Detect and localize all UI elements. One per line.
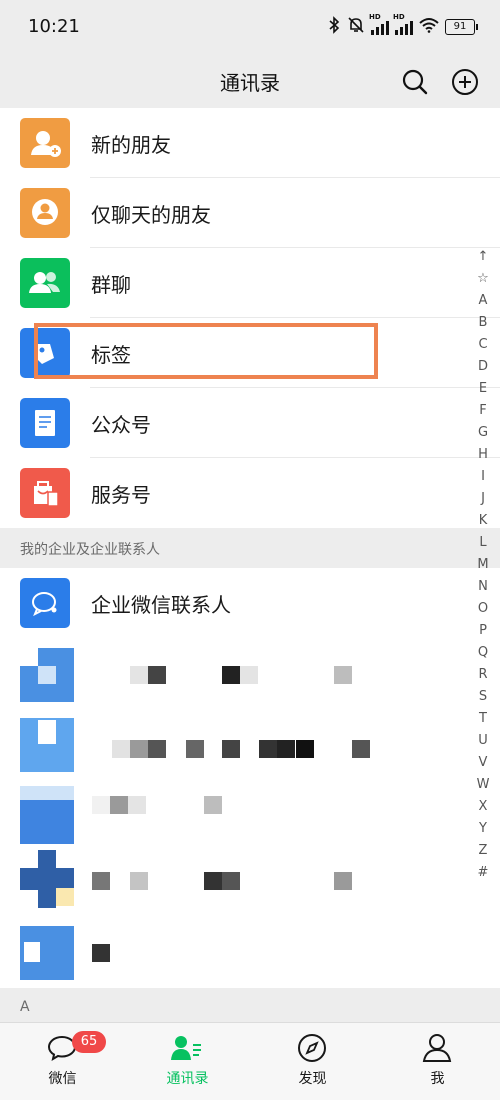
index-letter[interactable]: H	[474, 444, 492, 466]
row-service-accounts[interactable]: 服务号	[0, 458, 500, 528]
row-group-chats[interactable]: 群聊	[0, 248, 500, 318]
chat-only-friend-icon	[20, 188, 70, 238]
group-chat-icon	[20, 258, 70, 308]
status-time: 10:21	[28, 16, 80, 37]
person-icon	[422, 1034, 452, 1062]
tab-chats[interactable]: 65 微信	[0, 1023, 125, 1100]
tab-label: 我	[430, 1071, 445, 1087]
section-title: A	[20, 999, 30, 1015]
index-letter[interactable]: M	[474, 554, 492, 576]
index-letter[interactable]: F	[474, 400, 492, 422]
index-letter[interactable]: J	[474, 488, 492, 510]
index-letter[interactable]: #	[474, 862, 492, 884]
row-wecom-contacts[interactable]: 企业微信联系人	[0, 568, 500, 638]
alphabet-index[interactable]: ↑ ☆ A B C D E F G H I J K L M N O P Q R S T U V W X Y Z #	[474, 246, 492, 884]
index-letter[interactable]: I	[474, 466, 492, 488]
section-header-a: A	[0, 988, 500, 1022]
tab-discover[interactable]: 发现	[250, 1023, 375, 1100]
index-letter[interactable]: T	[474, 708, 492, 730]
index-letter[interactable]: O	[474, 598, 492, 620]
contact-row[interactable]	[0, 848, 500, 918]
battery-icon: 91	[445, 19, 478, 35]
status-bar: 10:21 HD HD 91	[0, 0, 500, 58]
index-letter[interactable]: V	[474, 752, 492, 774]
plus-circle-icon	[452, 69, 478, 95]
add-button[interactable]	[450, 67, 480, 97]
tab-label: 发现	[298, 1071, 327, 1087]
unread-badge: 65	[72, 1031, 106, 1053]
row-new-friends[interactable]: 新的朋友	[0, 108, 500, 178]
status-icons: HD HD 91	[327, 13, 478, 38]
signal-1-icon: HD	[369, 13, 389, 35]
tab-label: 微信	[48, 1071, 77, 1087]
section-title: 我的企业及企业联系人	[20, 542, 160, 558]
bluetooth-icon	[327, 16, 341, 38]
section-header-enterprise: 我的企业及企业联系人	[0, 528, 500, 568]
index-letter[interactable]: B	[474, 312, 492, 334]
index-letter[interactable]: K	[474, 510, 492, 532]
tab-label: 通讯录	[166, 1071, 209, 1087]
row-official-accounts[interactable]: 公众号	[0, 388, 500, 458]
row-label: 服务号	[91, 483, 151, 507]
index-letter[interactable]: X	[474, 796, 492, 818]
index-letter[interactable]: G	[474, 422, 492, 444]
index-letter[interactable]: C	[474, 334, 492, 356]
index-letter[interactable]: ↑	[474, 246, 492, 268]
contact-row[interactable]	[0, 778, 500, 848]
index-letter[interactable]: D	[474, 356, 492, 378]
row-chat-only-friends[interactable]: 仅聊天的朋友	[0, 178, 500, 248]
highlight-box	[34, 323, 378, 379]
add-friend-icon	[20, 118, 70, 168]
index-letter[interactable]: W	[474, 774, 492, 796]
official-account-icon	[20, 398, 70, 448]
search-icon	[402, 69, 428, 95]
tab-me[interactable]: 我	[375, 1023, 500, 1100]
search-button[interactable]	[400, 67, 430, 97]
index-letter[interactable]: U	[474, 730, 492, 752]
row-label: 群聊	[91, 273, 131, 297]
row-label: 企业微信联系人	[91, 593, 231, 617]
index-letter[interactable]: L	[474, 532, 492, 554]
contact-row[interactable]	[0, 638, 500, 708]
signal-2-icon: HD	[393, 13, 413, 35]
index-letter[interactable]: ☆	[474, 268, 492, 290]
tab-bar: 65 微信 通讯录 发现 我	[0, 1022, 500, 1100]
index-letter[interactable]: P	[474, 620, 492, 642]
contacts-icon	[171, 1036, 201, 1060]
row-label: 公众号	[91, 413, 151, 437]
compass-icon	[298, 1034, 326, 1062]
index-letter[interactable]: A	[474, 290, 492, 312]
index-letter[interactable]: Q	[474, 642, 492, 664]
index-letter[interactable]: R	[474, 664, 492, 686]
index-letter[interactable]: Y	[474, 818, 492, 840]
service-account-icon	[20, 468, 70, 518]
contact-row[interactable]	[0, 708, 500, 778]
wecom-contacts-icon	[20, 578, 70, 628]
wifi-icon	[419, 17, 439, 37]
contact-row[interactable]	[0, 918, 500, 988]
index-letter[interactable]: S	[474, 686, 492, 708]
index-letter[interactable]: N	[474, 576, 492, 598]
nav-header: 通讯录	[0, 58, 500, 108]
index-letter[interactable]: E	[474, 378, 492, 400]
row-label: 新的朋友	[91, 133, 171, 157]
row-label: 仅聊天的朋友	[91, 203, 211, 227]
index-letter[interactable]: Z	[474, 840, 492, 862]
tab-contacts[interactable]: 通讯录	[125, 1023, 250, 1100]
mute-bell-icon	[347, 16, 365, 38]
